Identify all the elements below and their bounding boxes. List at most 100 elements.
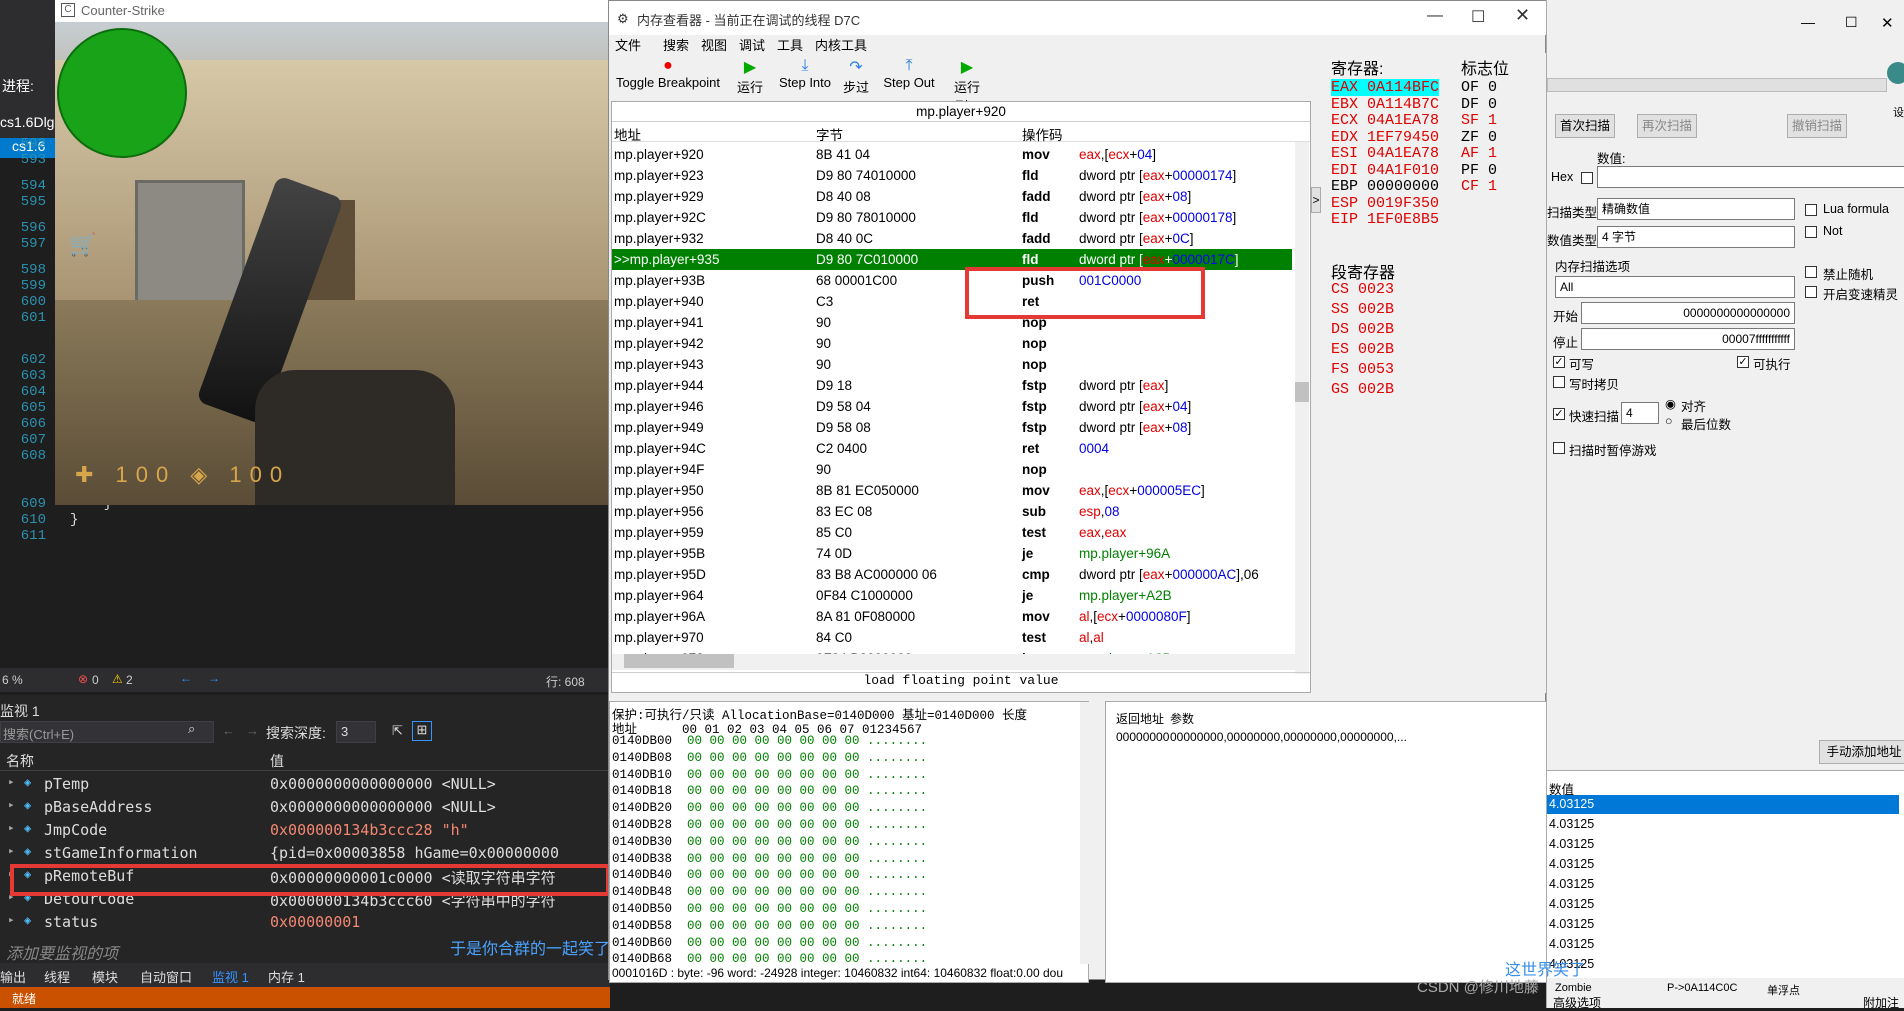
- hex-row[interactable]: 0140DB58 00 00 00 00 00 00 00 00 .......…: [612, 919, 927, 933]
- col-return-address[interactable]: 返回地址: [1116, 710, 1164, 727]
- settings-icon[interactable]: [1887, 62, 1904, 84]
- expand-arrow-button[interactable]: >: [1311, 187, 1321, 213]
- not-checkbox[interactable]: [1805, 226, 1817, 238]
- disasm-row[interactable]: mp.player+94F 90 nop: [612, 459, 1292, 480]
- result-value[interactable]: 4.03125: [1547, 935, 1899, 954]
- result-value[interactable]: 4.03125: [1547, 875, 1899, 894]
- result-value[interactable]: 4.03125: [1547, 855, 1899, 874]
- disasm-row[interactable]: mp.player+932 D8 40 0C fadd dword ptr [eax+…: [612, 228, 1292, 249]
- nav-forward-icon[interactable]: →: [208, 671, 220, 685]
- segment-row[interactable]: GS 002B: [1331, 381, 1394, 398]
- menu-item[interactable]: 搜索: [663, 35, 689, 54]
- disasm-row[interactable]: mp.player+94C C2 0400 ret 0004: [612, 438, 1292, 459]
- disasm-row[interactable]: mp.player+964 0F84 C1000000 je mp.player+A2…: [612, 585, 1292, 606]
- toggle-breakpoint-button[interactable]: ● Toggle Breakpoint: [613, 57, 723, 90]
- menu-item[interactable]: 内核工具: [815, 35, 867, 54]
- watch-search-input[interactable]: 搜索(Ctrl+E): [0, 721, 214, 743]
- col-params[interactable]: 参数: [1170, 710, 1194, 727]
- executable-checkbox[interactable]: [1737, 356, 1749, 368]
- col-bytes[interactable]: 字节: [816, 124, 843, 144]
- align-radio[interactable]: ◉: [1665, 396, 1676, 411]
- hex-row[interactable]: 0140DB20 00 00 00 00 00 00 00 00 .......…: [612, 801, 927, 815]
- register-row[interactable]: EIP 1EF0E8B5: [1331, 211, 1439, 228]
- result-value[interactable]: 4.03125: [1547, 795, 1899, 814]
- register-row[interactable]: EAX 0A114BFC: [1331, 79, 1440, 96]
- hex-row[interactable]: 0140DB18 00 00 00 00 00 00 00 00 .......…: [612, 784, 927, 798]
- disasm-row[interactable]: mp.player+949 D9 58 08 fstp dword ptr [eax+…: [612, 417, 1292, 438]
- register-row[interactable]: ECX 04A1EA78: [1331, 112, 1439, 129]
- code-line[interactable]: }: [70, 512, 78, 528]
- disasm-row[interactable]: mp.player+92C D9 80 78010000 fld dword ptr …: [612, 207, 1292, 228]
- fast-scan-input[interactable]: 4: [1621, 402, 1659, 424]
- vs-title-label[interactable]: cs1.6Dlg: [0, 114, 54, 130]
- col-value[interactable]: 值: [270, 751, 284, 771]
- ce-maximize-icon[interactable]: ☐: [1845, 14, 1858, 31]
- hex-row[interactable]: 0140DB38 00 00 00 00 00 00 00 00 .......…: [612, 852, 927, 866]
- disasm-row[interactable]: mp.player+950 8B 81 EC050000 mov eax,[ecx+0…: [612, 480, 1292, 501]
- disasm-row[interactable]: mp.player+956 83 EC 08 sub esp,08: [612, 501, 1292, 522]
- speedhack-checkbox[interactable]: [1805, 286, 1817, 298]
- value-type-select[interactable]: 4 字节: [1597, 226, 1795, 248]
- flag-row[interactable]: ZF 0: [1461, 129, 1497, 146]
- expand-arrow-icon[interactable]: ▸: [8, 798, 15, 811]
- depth-select[interactable]: 3: [336, 721, 376, 743]
- attach-link[interactable]: 附加注: [1863, 994, 1899, 1011]
- hex-scrollbar[interactable]: [1080, 702, 1090, 964]
- hex-row[interactable]: 0140DB00 00 00 00 00 00 00 00 00 .......…: [612, 734, 927, 748]
- register-row[interactable]: ESI 04A1EA78: [1331, 145, 1439, 162]
- disasm-hscrollbar[interactable]: [612, 654, 1295, 670]
- value-input[interactable]: [1597, 166, 1904, 188]
- menu-item[interactable]: 文件: [615, 35, 641, 54]
- pause-checkbox[interactable]: [1553, 442, 1565, 454]
- watch-row[interactable]: ▸ ◈ status 0x00000001: [0, 913, 610, 936]
- first-scan-button[interactable]: 首次扫描: [1555, 114, 1615, 138]
- watch-row[interactable]: ▸ ◈ pTemp 0x0000000000000000 <NULL>: [0, 775, 610, 798]
- ce-close-icon[interactable]: ✕: [1881, 14, 1894, 32]
- hex-view[interactable]: 保护:可执行/只读 AllocationBase=0140D000 基址=014…: [609, 701, 1090, 983]
- disasm-row[interactable]: mp.player+970 84 C0 test al,al: [612, 627, 1292, 648]
- back-arrow-icon[interactable]: ←: [222, 723, 235, 738]
- register-row[interactable]: EBX 0A114B7C: [1331, 96, 1439, 113]
- disasm-row[interactable]: mp.player+95D 83 B8 AC000000 06 cmp dword p…: [612, 564, 1292, 585]
- start-address-input[interactable]: 0000000000000000: [1581, 302, 1795, 324]
- register-row[interactable]: EBP 00000000: [1331, 178, 1439, 195]
- hscroll-thumb[interactable]: [624, 654, 734, 668]
- memory-region-select[interactable]: All: [1555, 276, 1795, 298]
- disasm-row[interactable]: mp.player+96A 8A 81 0F080000 mov al,[ecx+00…: [612, 606, 1292, 627]
- flag-row[interactable]: PF 0: [1461, 162, 1497, 179]
- hex-toggle-icon[interactable]: ⊞: [412, 721, 432, 741]
- hex-row[interactable]: 0140DB10 00 00 00 00 00 00 00 00 .......…: [612, 768, 927, 782]
- result-value[interactable]: 4.03125: [1547, 815, 1899, 834]
- no-random-checkbox[interactable]: [1805, 266, 1817, 278]
- segment-row[interactable]: FS 0053: [1331, 361, 1394, 378]
- error-icon[interactable]: ⊗: [78, 672, 88, 686]
- hex-checkbox[interactable]: [1581, 172, 1593, 184]
- add-address-button[interactable]: 手动添加地址: [1819, 740, 1904, 764]
- copy-on-write-checkbox[interactable]: [1553, 376, 1565, 388]
- bottom-tab[interactable]: 模块: [92, 967, 118, 986]
- close-icon[interactable]: ✕: [1515, 5, 1530, 26]
- minimize-icon[interactable]: —: [1427, 7, 1443, 25]
- expand-arrow-icon[interactable]: ▸: [8, 775, 15, 788]
- disasm-row[interactable]: mp.player+943 90 nop: [612, 354, 1292, 375]
- segment-row[interactable]: CS 0023: [1331, 281, 1394, 298]
- disasm-row[interactable]: mp.player+920 8B 41 04 mov eax,[ecx+04]: [612, 144, 1292, 165]
- step-into-button[interactable]: ⤓ Step Into: [777, 57, 833, 90]
- flag-row[interactable]: SF 1: [1461, 112, 1497, 129]
- hex-row[interactable]: 0140DB48 00 00 00 00 00 00 00 00 .......…: [612, 885, 927, 899]
- pin-icon[interactable]: ⇱: [392, 723, 403, 739]
- warning-count[interactable]: 2: [126, 673, 133, 687]
- disasm-row[interactable]: mp.player+942 90 nop: [612, 333, 1292, 354]
- results-list[interactable]: 数值 4.03125 4.03125 4.03125 4.03125 4.03125 4.…: [1547, 770, 1904, 980]
- segment-row[interactable]: DS 002B: [1331, 321, 1394, 338]
- register-row[interactable]: EDI 04A1F010: [1331, 162, 1439, 179]
- scan-type-select[interactable]: 精确数值: [1597, 198, 1795, 220]
- hex-row[interactable]: 0140DB50 00 00 00 00 00 00 00 00 .......…: [612, 902, 927, 916]
- result-value[interactable]: 4.03125: [1547, 835, 1899, 854]
- scroll-thumb[interactable]: [1295, 382, 1309, 402]
- col-opcode[interactable]: 操作码: [1022, 124, 1063, 144]
- step-over-button[interactable]: ↷ 步过: [839, 57, 873, 96]
- hex-row[interactable]: 0140DB60 00 00 00 00 00 00 00 00 .......…: [612, 936, 927, 950]
- register-row[interactable]: ESP 0019F350: [1331, 195, 1439, 212]
- col-address[interactable]: 地址: [614, 124, 641, 144]
